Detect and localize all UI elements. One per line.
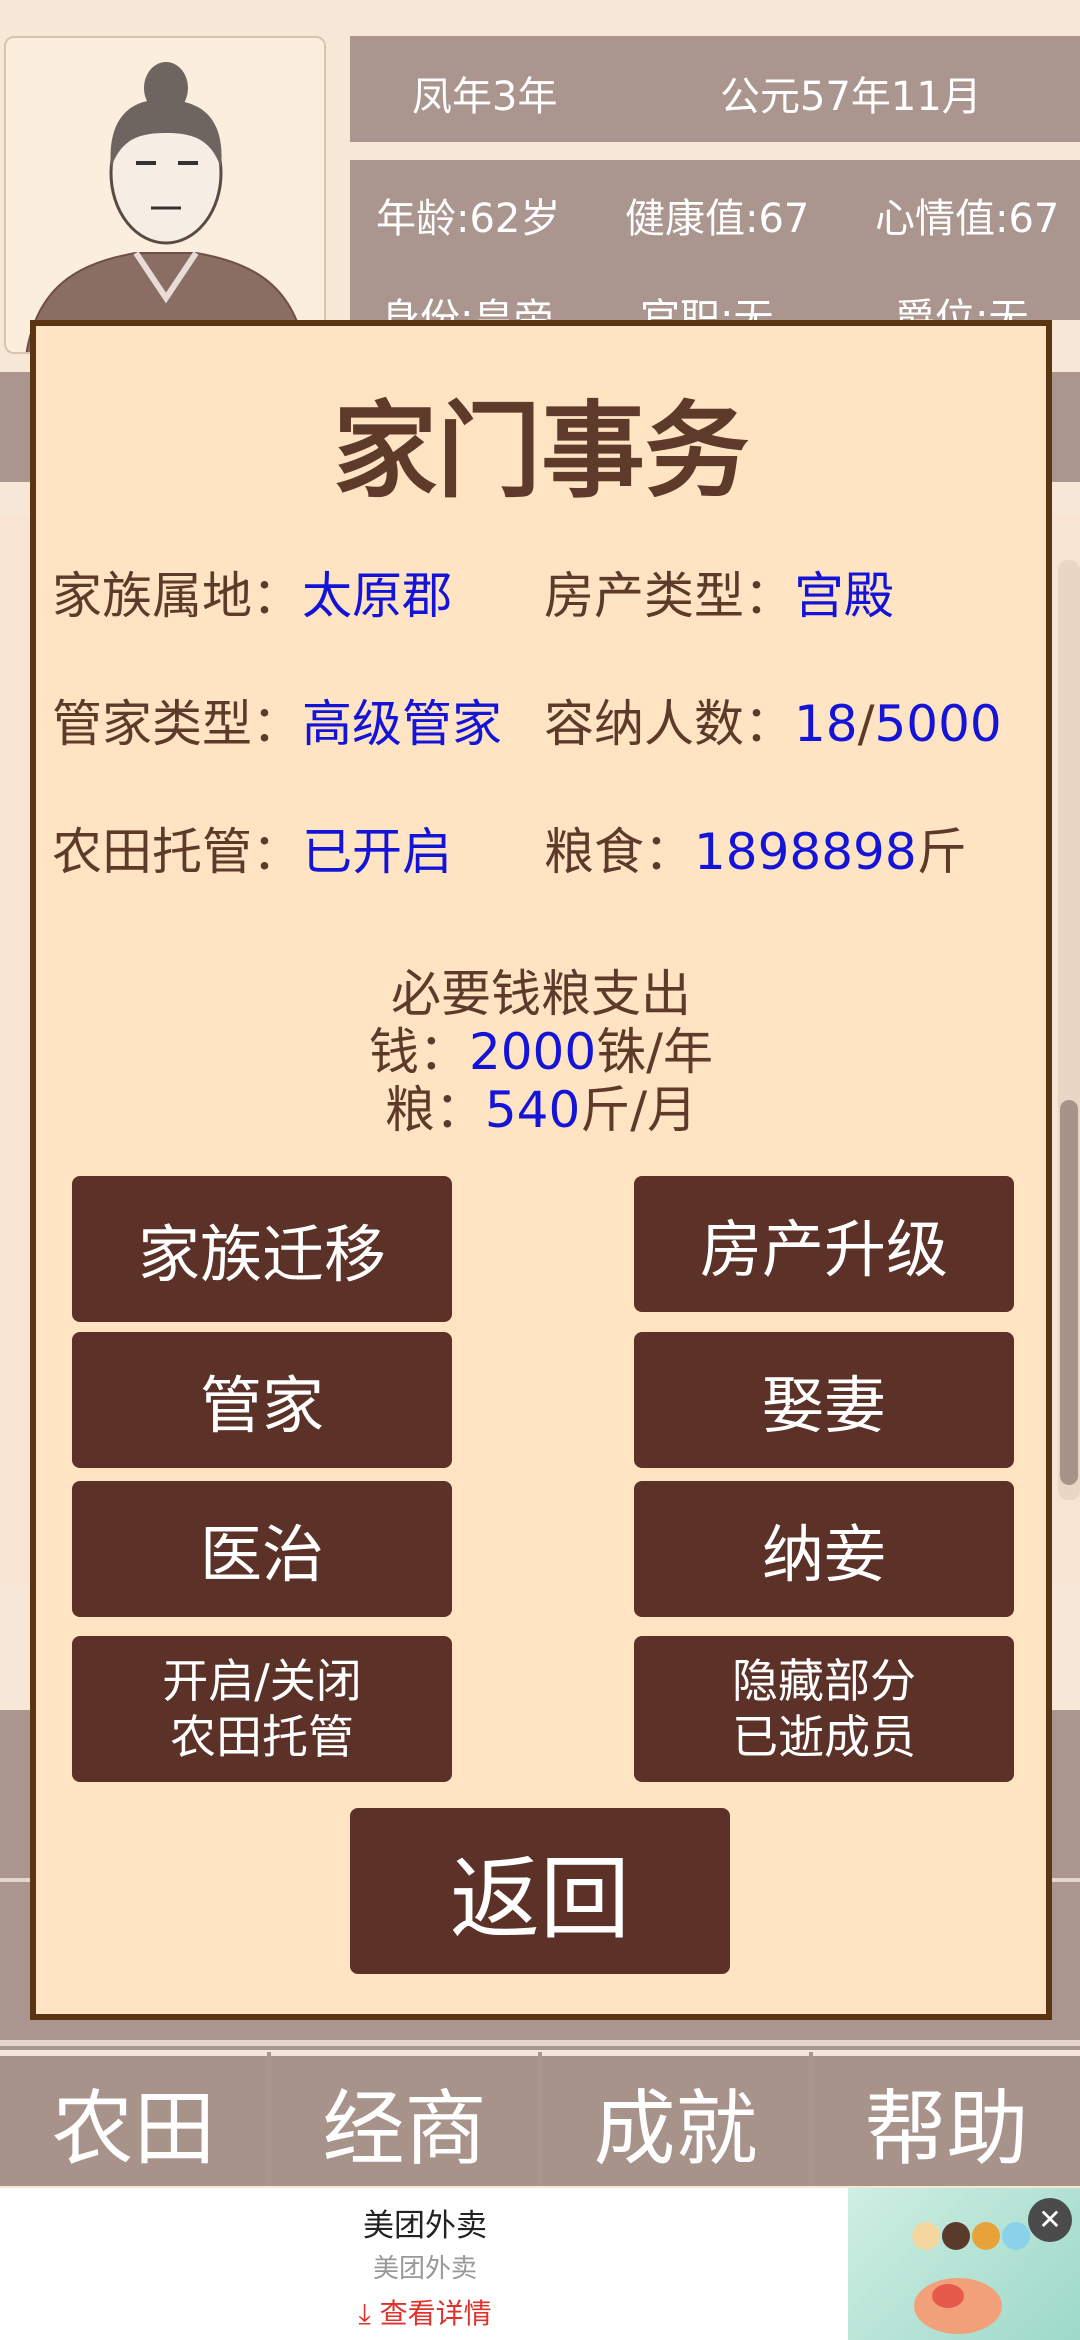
grain-unit: 斤 — [916, 823, 967, 881]
territory-value: 太原郡 — [302, 567, 452, 625]
left-strip — [0, 372, 30, 482]
marry-button[interactable]: 娶妻 — [634, 1332, 1014, 1468]
hide-deceased-line1: 隐藏部分 — [732, 1654, 916, 1708]
stats-bar: 年龄:62岁 健康值:67 心情值:67 身份:皇帝 官职:无 爵位:无 — [350, 160, 1080, 342]
capacity-row: 容纳人数：18/5000 — [544, 684, 1002, 756]
grain-expense-label: 粮： — [384, 1081, 485, 1139]
capacity-label: 容纳人数： — [544, 695, 794, 753]
farm-toggle-button[interactable]: 开启/关闭 农田托管 — [72, 1636, 452, 1782]
nav-trade-button[interactable]: 经商 — [271, 2052, 538, 2186]
date-bar: 凤年3年 公元57年11月 — [350, 36, 1080, 142]
migrate-button[interactable]: 家族迁移 — [72, 1176, 452, 1322]
upgrade-property-button[interactable]: 房产升级 — [634, 1176, 1014, 1312]
steward-value: 高级管家 — [302, 695, 502, 753]
ad-link-label: 查看详情 — [379, 2297, 492, 2330]
calendar-date: 公元57年11月 — [720, 74, 982, 120]
concubine-button[interactable]: 纳妾 — [634, 1481, 1014, 1617]
age-stat: 年龄:62岁 — [376, 196, 561, 242]
grain-row: 粮食：1898898斤 — [544, 812, 967, 884]
era-text: 凤年3年 — [412, 74, 558, 120]
territory-label: 家族属地： — [52, 567, 302, 625]
ad-banner[interactable]: 美团外卖 美团外卖 ⤓ 查看详情 — [0, 2188, 1080, 2340]
capacity-current: 18 — [794, 695, 858, 753]
farm-row: 农田托管：已开启 — [52, 812, 452, 884]
grain-expense-row: 粮：540斤/月 — [36, 1070, 1046, 1142]
steward-button[interactable]: 管家 — [72, 1332, 452, 1468]
capacity-max: 5000 — [874, 695, 1002, 753]
ad-close-icon[interactable]: ✕ — [1028, 2198, 1072, 2242]
back-button[interactable]: 返回 — [350, 1808, 730, 1974]
health-stat: 健康值:67 — [625, 196, 810, 242]
grain-expense-value: 540 — [484, 1081, 581, 1139]
bottom-nav: 农田 经商 成就 帮助 — [0, 2052, 1080, 2186]
character-avatar-icon — [25, 62, 307, 352]
grain-label: 粮食： — [544, 823, 694, 881]
farm-toggle-line1: 开启/关闭 — [162, 1654, 362, 1708]
hide-deceased-button[interactable]: 隐藏部分 已逝成员 — [634, 1636, 1014, 1782]
nav-farm-button[interactable]: 农田 — [0, 2052, 267, 2186]
steward-row: 管家类型：高级管家 — [52, 684, 502, 756]
ad-title: 美团外卖 — [363, 2208, 487, 2244]
download-arrow-icon: ⤓ — [358, 2297, 371, 2330]
capacity-separator: / — [857, 695, 875, 753]
grain-value: 1898898 — [694, 823, 917, 881]
heal-button[interactable]: 医治 — [72, 1481, 452, 1617]
ad-subtitle: 美团外卖 — [372, 2254, 477, 2284]
grid-divider — [0, 2040, 1080, 2046]
farm-value: 已开启 — [302, 823, 452, 881]
property-row: 房产类型：宫殿 — [544, 556, 894, 628]
scroll-track[interactable] — [1058, 560, 1080, 1500]
farm-toggle-line2: 农田托管 — [170, 1710, 354, 1764]
nav-achievement-button[interactable]: 成就 — [542, 2052, 809, 2186]
farm-label: 农田托管： — [52, 823, 302, 881]
mood-stat: 心情值:67 — [875, 196, 1060, 242]
character-portrait[interactable] — [4, 36, 326, 354]
territory-row: 家族属地：太原郡 — [52, 556, 452, 628]
ad-details-link[interactable]: ⤓ 查看详情 — [0, 2292, 850, 2332]
property-label: 房产类型： — [544, 567, 794, 625]
right-strip — [1052, 372, 1080, 482]
dialog-title: 家门事务 — [332, 390, 749, 512]
property-value: 宫殿 — [794, 567, 894, 625]
hide-deceased-line2: 已逝成员 — [732, 1710, 916, 1764]
grain-expense-unit: 斤/月 — [580, 1081, 698, 1139]
scroll-thumb[interactable] — [1060, 1100, 1078, 1485]
steward-label: 管家类型： — [52, 695, 302, 753]
nav-help-button[interactable]: 帮助 — [813, 2052, 1080, 2186]
family-affairs-dialog: 家门事务 家族属地：太原郡 房产类型：宫殿 管家类型：高级管家 容纳人数：18/… — [30, 320, 1052, 2020]
